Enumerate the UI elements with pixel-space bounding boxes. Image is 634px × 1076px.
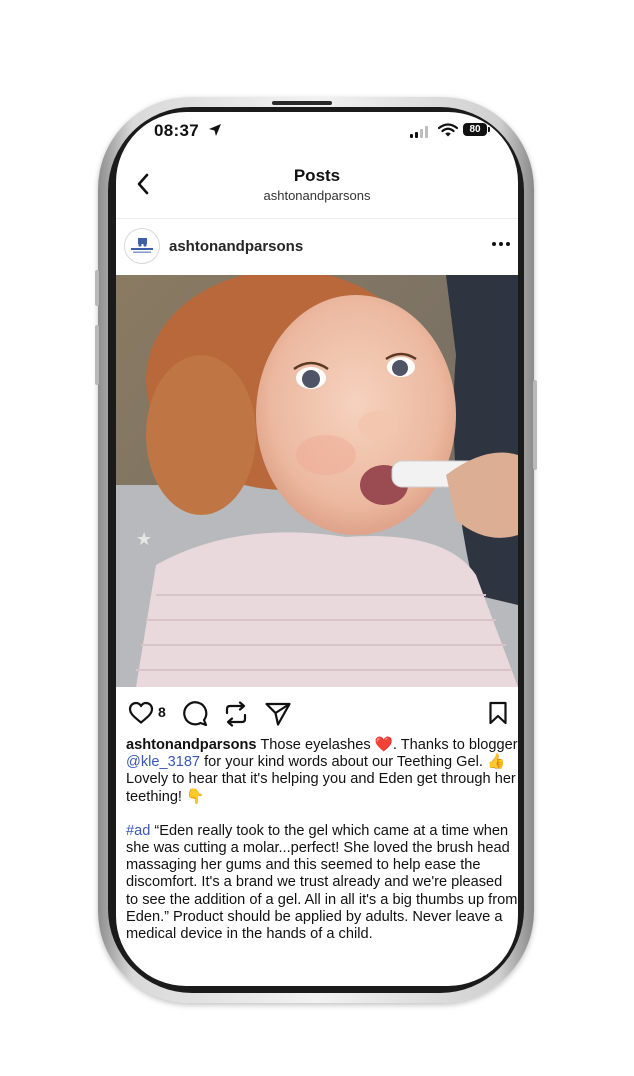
caption-text-4: Lovely to hear that it's helping you and… [126, 771, 516, 805]
share-icon[interactable] [264, 701, 292, 727]
phone-side-button-left-1 [95, 270, 99, 306]
photo-baby-teething-gel: ★ ★ ★ ★ CE [116, 275, 518, 687]
post-header: ashtonandparsons [116, 220, 518, 274]
caption-text-1: Those eyelashes [256, 737, 375, 753]
caption-paragraph-1: ashtonandparsons Those eyelashes ❤️. Tha… [126, 737, 518, 806]
caption-text-2: . Thanks to blogger [392, 737, 518, 753]
thumbs-up-emoji-icon: 👍 [486, 754, 506, 771]
post-caption: ashtonandparsons Those eyelashes ❤️. Tha… [126, 737, 518, 960]
caption-username[interactable]: ashtonandparsons [126, 737, 257, 753]
repost-icon[interactable] [223, 700, 249, 728]
caption-quote: “Eden really took to the gel which came … [126, 822, 518, 943]
brand-logo-icon [131, 238, 153, 253]
status-bar: 08:37 80 [116, 112, 518, 152]
location-arrow-icon [209, 124, 221, 136]
caption-text-3: for your kind words about our Teething G… [200, 754, 487, 771]
more-icon[interactable] [492, 242, 510, 246]
comment-icon[interactable] [182, 701, 208, 727]
wifi-icon [438, 123, 458, 137]
status-time: 08:37 [154, 121, 199, 140]
post-actions: 8 [116, 697, 518, 729]
mention-link[interactable]: @kle_3187 [126, 754, 200, 770]
phone-screen: 08:37 80 Posts ashtonandparsons ashtonan… [116, 112, 518, 986]
pointing-down-emoji-icon: 👇 [186, 788, 205, 805]
speaker-grille [272, 101, 332, 105]
like-count: 8 [158, 704, 166, 720]
page-title: Posts [293, 166, 341, 185]
battery-tip [488, 127, 490, 132]
battery-icon: 80 [463, 123, 487, 136]
heart-icon[interactable] [128, 701, 154, 725]
post-photo[interactable]: ★ ★ ★ ★ CE [116, 275, 518, 687]
bookmark-icon[interactable] [488, 701, 508, 725]
hashtag-link[interactable]: #ad [126, 823, 150, 839]
phone-side-button-left-2 [95, 325, 99, 385]
posts-header: Posts ashtonandparsons [116, 152, 518, 219]
heart-emoji-icon: ❤️ [374, 737, 393, 753]
avatar[interactable] [124, 228, 160, 264]
signal-icon [410, 126, 428, 138]
post-username[interactable]: ashtonandparsons [169, 238, 303, 255]
caption-paragraph-2: #ad “Eden really took to the gel which c… [126, 823, 518, 943]
svg-text:★: ★ [136, 529, 152, 549]
phone-side-button-right [533, 380, 537, 470]
page-subtitle: ashtonandparsons [263, 188, 371, 203]
